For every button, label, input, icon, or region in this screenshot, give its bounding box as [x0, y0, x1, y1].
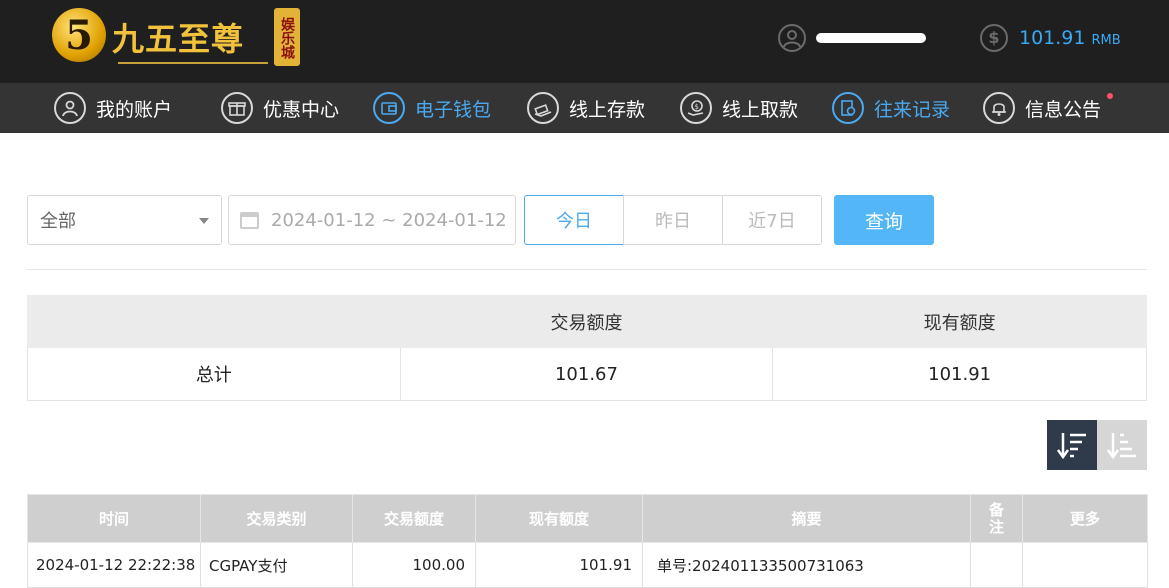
nav-label: 电子钱包 [415, 98, 492, 121]
chevron-down-icon [199, 218, 209, 224]
nav-label: 线上取款 [722, 98, 799, 121]
column-header-time[interactable]: 时间 [27, 494, 201, 543]
cell-balance: 101.91 [475, 542, 643, 588]
column-header-balance[interactable]: 现有额度 [475, 494, 643, 543]
column-header-more[interactable]: 更多 [1022, 494, 1148, 543]
calendar-icon [240, 212, 259, 229]
logo-text: 九五至尊 [112, 20, 245, 58]
balance-currency: RMB [1091, 32, 1121, 48]
summary-label: 总计 [27, 347, 401, 401]
nav-item-online-deposit[interactable]: 线上存款 [527, 91, 645, 125]
summary-header: 现有额度 [772, 295, 1147, 348]
select-value: 全部 [40, 211, 76, 232]
nav-item-transaction-records[interactable]: 往来记录 [832, 91, 950, 125]
logo-ornament [118, 56, 268, 64]
column-header-remark[interactable]: 备注 [970, 494, 1023, 543]
dollar-icon: $ [980, 24, 1008, 52]
sort-asc-icon [1106, 433, 1136, 460]
quick-filter-today[interactable]: 今日 [524, 195, 624, 245]
summary-header [27, 295, 401, 348]
summary-header: 交易额度 [399, 295, 774, 348]
nav-label: 往来记录 [874, 98, 951, 121]
site-logo[interactable]: 5 九五至尊 娱乐城 [52, 6, 302, 68]
summary-table: 交易额度 现有额度 总计 101.67 101.91 [27, 295, 1147, 401]
sort-desc-button[interactable] [1047, 420, 1097, 470]
cell-type: CGPAY支付 [200, 542, 353, 588]
date-range-picker[interactable]: 2024-01-12 ~ 2024-01-12 [228, 195, 516, 245]
gift-icon [221, 92, 253, 124]
transaction-type-select[interactable]: 全部 [27, 195, 222, 245]
column-header-summary[interactable]: 摘要 [642, 494, 971, 543]
cell-summary: 单号:202401133500731063 [642, 542, 971, 588]
wallet-icon [373, 92, 405, 124]
cell-amount: 100.00 [352, 542, 476, 588]
cell-remark [970, 542, 1023, 588]
sort-desc-icon [1056, 433, 1086, 460]
user-account[interactable] [778, 22, 926, 54]
withdraw-icon: $ [680, 92, 712, 124]
balance-amount: 101.91 [1019, 27, 1086, 49]
deposit-icon [527, 92, 559, 124]
sort-asc-button[interactable] [1097, 420, 1147, 470]
nav-label: 线上存款 [569, 98, 646, 121]
nav-label: 我的账户 [96, 98, 173, 121]
logo-emblem: 5 [52, 8, 106, 62]
nav-item-announcements[interactable]: 信息公告 [983, 91, 1114, 125]
summary-transaction-amount: 101.67 [399, 347, 774, 401]
remark-header-text: 备注 [988, 500, 1004, 536]
nav-label: 信息公告 [1025, 98, 1102, 121]
records-icon [832, 92, 864, 124]
column-header-type[interactable]: 交易类别 [200, 494, 353, 543]
query-button[interactable]: 查询 [834, 195, 934, 245]
nav-item-my-account[interactable]: 我的账户 [54, 91, 172, 125]
nav-item-online-withdraw[interactable]: $ 线上取款 [680, 91, 798, 125]
quick-filter-yesterday[interactable]: 昨日 [623, 195, 723, 245]
nav-item-promotions[interactable]: 优惠中心 [221, 91, 339, 125]
records-table: 时间 交易类别 交易额度 现有额度 摘要 备注 更多 2024-01-12 22… [27, 494, 1148, 588]
cell-more[interactable] [1022, 542, 1148, 588]
column-header-amount[interactable]: 交易额度 [352, 494, 476, 543]
summary-header-row: 交易额度 现有额度 [27, 295, 1147, 348]
records-header-row: 时间 交易类别 交易额度 现有额度 摘要 备注 更多 [27, 494, 1148, 543]
bell-icon [983, 92, 1015, 124]
balance-display: $ 101.91 RMB [980, 22, 1121, 54]
date-range-value: 2024-01-12 ~ 2024-01-12 [271, 209, 507, 231]
svg-text:$: $ [695, 103, 699, 111]
logo-tag: 娱乐城 [274, 8, 300, 66]
divider [27, 269, 1147, 270]
table-row[interactable]: 2024-01-12 22:22:38 CGPAY支付 100.00 101.9… [27, 542, 1148, 588]
main-nav: 我的账户 优惠中心 电子钱包 线上存款 $ 线上取款 往来记录 信息公告 [0, 83, 1169, 133]
top-header: 5 九五至尊 娱乐城 $ 101.91 RMB [0, 0, 1169, 83]
user-icon [54, 92, 86, 124]
nav-label: 优惠中心 [263, 98, 340, 121]
quick-filter-7days[interactable]: 近7日 [722, 195, 822, 245]
nav-item-e-wallet[interactable]: 电子钱包 [373, 91, 491, 125]
cell-time: 2024-01-12 22:22:38 [27, 542, 201, 588]
username-redacted [816, 33, 926, 43]
summary-current-balance: 101.91 [772, 347, 1147, 401]
user-icon [778, 24, 806, 52]
summary-row: 总计 101.67 101.91 [27, 347, 1147, 401]
notification-dot [1107, 93, 1114, 99]
